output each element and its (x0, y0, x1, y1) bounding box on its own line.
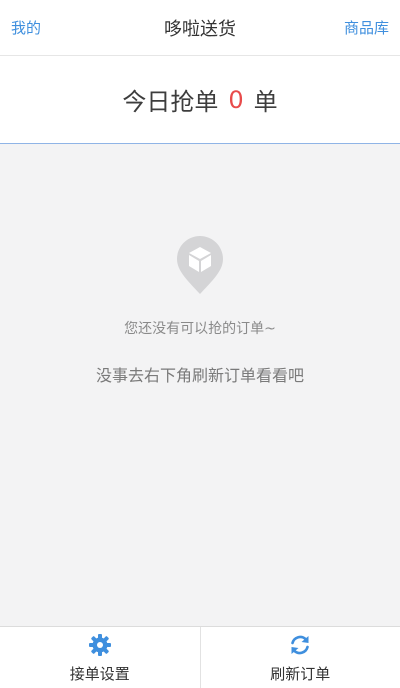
empty-state-hint: 没事去右下角刷新订单看看吧 (95, 366, 304, 385)
refresh-orders-tab[interactable]: 刷新订单 (199, 627, 400, 688)
today-orders-summary: 今日抢单 0 单 (0, 56, 400, 144)
order-settings-label: 接单设置 (69, 665, 130, 683)
package-pin-icon (177, 236, 223, 294)
order-settings-tab[interactable]: 接单设置 (0, 627, 200, 688)
today-order-count: 0 (228, 85, 244, 114)
bottom-tab-bar: 接单设置 刷新订单 (0, 626, 400, 688)
empty-state-message: 您还没有可以抢的订单~ (124, 321, 276, 337)
product-library-link[interactable]: 商品库 (344, 17, 389, 38)
summary-prefix: 今日抢单 (122, 88, 219, 116)
summary-suffix: 单 (253, 88, 278, 116)
gear-icon (88, 634, 111, 656)
page-title: 哆啦送货 (164, 19, 236, 40)
nav-bar: 我的 哆啦送货 商品库 (0, 0, 400, 56)
refresh-icon (291, 635, 310, 655)
refresh-orders-label: 刷新订单 (270, 665, 331, 683)
